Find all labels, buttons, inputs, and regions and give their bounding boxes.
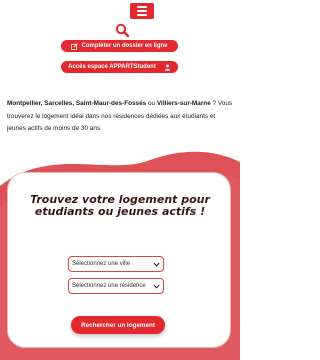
search-housing-label: Rechercher un logement bbox=[81, 321, 155, 329]
residence-select-value: Sélectionnez une résidence bbox=[72, 283, 146, 289]
login-icon bbox=[164, 64, 171, 71]
intro-or: ou bbox=[146, 100, 157, 107]
complete-dossier-label: Compléter un dossier en ligne bbox=[81, 43, 168, 49]
site-header: Compléter un dossier en ligne Accès espa… bbox=[0, 0, 240, 82]
search-housing-button[interactable]: Rechercher un logement bbox=[71, 316, 165, 334]
chevron-down-icon bbox=[153, 284, 160, 289]
appart-student-login-button[interactable]: Accès espace APPARTStudent bbox=[61, 61, 178, 73]
intro-cities-first: Montpellier, Sarcelles, Saint-Maur-des-F… bbox=[7, 100, 147, 107]
hamburger-icon bbox=[137, 6, 147, 8]
search-card-title: Trouvez votre logement pour etudiants ou… bbox=[30, 193, 210, 218]
menu-button[interactable] bbox=[130, 3, 154, 19]
intro-cities-second: Villiers-sur-Marne bbox=[156, 100, 211, 107]
residence-select[interactable]: Sélectionnez une résidence bbox=[68, 278, 164, 294]
intro-paragraph: Montpellier, Sarcelles, Saint-Maur-des-F… bbox=[7, 98, 235, 136]
chevron-down-icon bbox=[153, 262, 160, 267]
edit-icon bbox=[71, 42, 79, 50]
appart-student-label: Accès espace APPARTStudent bbox=[68, 64, 156, 70]
city-select-value: Sélectionnez une ville bbox=[72, 261, 131, 267]
city-select[interactable]: Sélectionnez une ville bbox=[68, 256, 164, 272]
search-icon[interactable] bbox=[115, 23, 129, 37]
complete-dossier-button[interactable]: Compléter un dossier en ligne bbox=[61, 40, 178, 52]
